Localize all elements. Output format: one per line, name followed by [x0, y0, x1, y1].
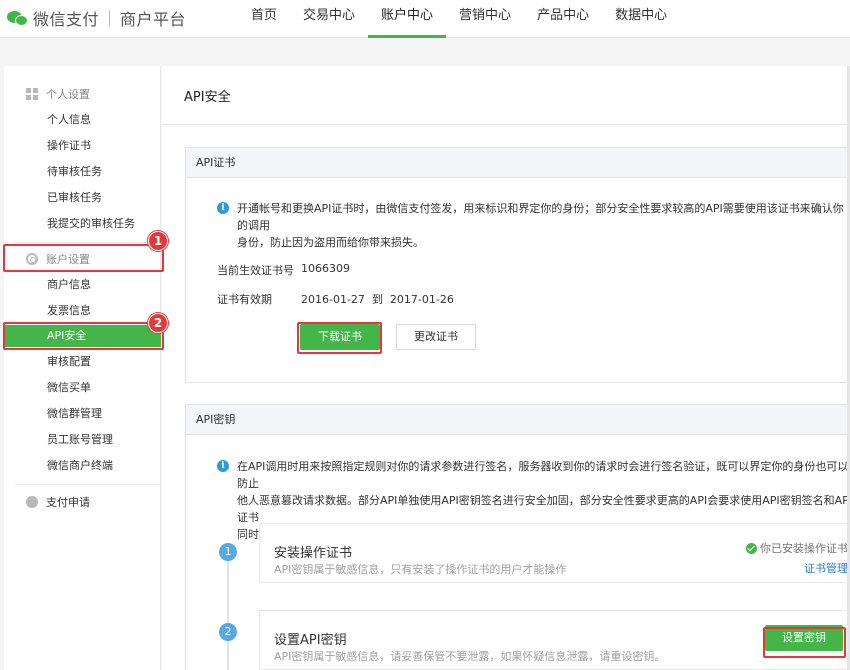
cert-management-link[interactable]: 证书管理: [804, 560, 848, 576]
cert-info: i 开通帐号和更换API证书时，由微信支付签发，用来标识和界定你的身份；部分安全…: [217, 200, 850, 251]
cert-number-row: 当前生效证书号 1066309: [217, 262, 350, 278]
sidebar-divider: [14, 242, 160, 243]
step-title: 设置API密钥: [274, 633, 347, 648]
sidebar-item-group-management[interactable]: 微信群管理: [4, 403, 161, 425]
step-number-1: 1: [219, 543, 237, 561]
step-title: 安装操作证书: [274, 546, 353, 561]
nav-marketing[interactable]: 营销中心: [446, 0, 524, 38]
nav-transactions[interactable]: 交易中心: [290, 0, 368, 38]
cert-number-label: 当前生效证书号: [217, 264, 294, 277]
brand-logo[interactable]: 微信支付 商户平台: [7, 6, 186, 30]
sidebar-item-my-submitted-tasks[interactable]: 我提交的审核任务: [4, 213, 161, 235]
nav-home[interactable]: 首页: [238, 0, 290, 38]
cert-info-text: 开通帐号和更换API证书时，由微信支付签发，用来标识和界定你的身份；部分安全性要…: [237, 202, 844, 249]
annotation-highlight-account-settings: [3, 244, 164, 272]
sidebar-group-personal: 个人设置: [4, 82, 161, 106]
payment-icon: [26, 496, 38, 508]
sidebar-item-review-config[interactable]: 审核配置: [4, 351, 161, 373]
sidebar-item-staff-accounts[interactable]: 员工账号管理: [4, 429, 161, 451]
panel-heading: API证书: [186, 148, 850, 178]
sidebar-item-wechat-checkout[interactable]: 微信买单: [4, 377, 161, 399]
sidebar: 个人设置 个人信息 操作证书 待审核任务 已审核任务 我提交的审核任务 账户设置…: [4, 66, 161, 670]
api-cert-panel: API证书 i 开通帐号和更换API证书时，由微信支付签发，用来标识和界定你的身…: [185, 147, 850, 383]
sidebar-item-operation-cert[interactable]: 操作证书: [4, 135, 161, 157]
annotation-highlight-set-key: [763, 627, 846, 658]
sidebar-divider: [14, 484, 160, 485]
top-nav-bar: 微信支付 商户平台 首页 交易中心 账户中心 营销中心 产品中心 数据中心: [0, 0, 850, 38]
step-set-api-key: 设置API密钥 API密钥属于敏感信息，请妥善保管不要泄露，如果怀疑信息泄露，请…: [259, 610, 850, 670]
cert-installed-text: 你已安装操作证书: [760, 542, 848, 555]
main-nav: 首页 交易中心 账户中心 营销中心 产品中心 数据中心: [238, 0, 680, 38]
step-connector: [227, 550, 229, 670]
cert-number-value: 1066309: [301, 262, 350, 275]
annotation-highlight-download-cert: [297, 322, 382, 354]
sidebar-group-label: 支付申请: [46, 496, 90, 509]
cert-validity-value: 2016-01-27 到 2017-01-26: [301, 293, 454, 306]
brand-name: 微信支付: [33, 10, 100, 29]
sidebar-item-reviewed-tasks[interactable]: 已审核任务: [4, 187, 161, 209]
annotation-highlight-api-security: [3, 322, 164, 350]
info-icon: i: [217, 202, 229, 214]
sidebar-item-merchant-info[interactable]: 商户信息: [4, 274, 161, 296]
cert-installed-status: 你已安装操作证书: [746, 540, 848, 556]
step-description: API密钥属于敏感信息，只有安装了操作证书的用户才能操作: [274, 563, 567, 576]
title-divider: [162, 124, 850, 125]
sidebar-item-personal-info[interactable]: 个人信息: [4, 109, 161, 131]
sidebar-item-invoice-info[interactable]: 发票信息: [4, 300, 161, 322]
api-key-panel: API密钥 i 在API调用时用来按照指定规则对你的请求参数进行签名，服务器收到…: [185, 404, 850, 670]
step-description: API密钥属于敏感信息，请妥善保管不要泄露，如果怀疑信息泄露，请重设密钥。: [274, 650, 666, 663]
brand-subtitle: 商户平台: [120, 10, 187, 29]
sidebar-group-pay-apply[interactable]: 支付申请: [4, 490, 161, 514]
check-icon: [746, 542, 757, 554]
step-number-2: 2: [219, 623, 237, 641]
step-install-cert: 安装操作证书 API密钥属于敏感信息，只有安装了操作证书的用户才能操作 你已安装…: [259, 523, 850, 583]
grid-icon: [26, 88, 38, 100]
sidebar-item-pending-tasks[interactable]: 待审核任务: [4, 161, 161, 183]
brand-divider: [109, 10, 111, 26]
cert-validity-label: 证书有效期: [217, 293, 272, 306]
info-icon: i: [217, 460, 229, 472]
nav-account[interactable]: 账户中心: [368, 0, 447, 38]
annotation-badge-2: 2: [148, 313, 168, 333]
sidebar-item-merchant-terminal[interactable]: 微信商户终端: [4, 455, 161, 477]
main-content: API安全 API证书 i 开通帐号和更换API证书时，由微信支付签发，用来标识…: [162, 66, 850, 670]
cert-validity-row: 证书有效期 2016-01-27 到 2017-01-26: [217, 291, 454, 307]
nav-products[interactable]: 产品中心: [524, 0, 602, 38]
annotation-badge-1: 1: [148, 231, 168, 251]
nav-data[interactable]: 数据中心: [602, 0, 680, 38]
sidebar-group-label: 个人设置: [46, 88, 90, 101]
wechat-pay-logo-icon: [7, 10, 29, 27]
change-cert-button[interactable]: 更改证书: [396, 324, 476, 350]
page-title: API安全: [184, 90, 231, 105]
panel-heading: API密钥: [186, 405, 850, 435]
